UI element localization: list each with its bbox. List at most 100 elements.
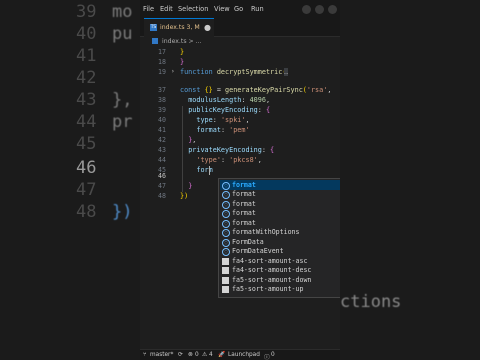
suggestion-item[interactable]: fa5-sort-amount-up bbox=[220, 285, 340, 295]
menu-go[interactable]: Go bbox=[234, 5, 243, 13]
suggestion-text: format bbox=[232, 190, 256, 198]
background-editor-left: 39 40 41 42 43 44 45 46 47 48 mo pu }, p… bbox=[0, 0, 140, 360]
error-icon: ⊗ bbox=[188, 352, 193, 358]
suggestion-item[interactable]: ◌ FormDataEvent bbox=[220, 247, 340, 256]
code-line-active: form bbox=[180, 166, 213, 174]
suggestion-text: FormDataEvent bbox=[232, 247, 284, 255]
line-number: 48 bbox=[158, 192, 166, 200]
bg-code-fragment: pu bbox=[112, 24, 133, 44]
suggestion-item[interactable]: fa5-sort-amount-down bbox=[220, 275, 340, 285]
bg-code-fragment: }) bbox=[112, 202, 133, 222]
code-line: format: 'pem' bbox=[196, 126, 250, 134]
word-icon bbox=[222, 276, 229, 284]
breadcrumb-text[interactable]: index.ts > ... bbox=[162, 38, 202, 45]
folded-ellipsis[interactable]: … bbox=[284, 68, 289, 76]
suggestion-text: fa4-sort-amount-asc bbox=[232, 256, 308, 265]
line-number: 41 bbox=[158, 126, 166, 134]
launchpad-label[interactable]: Launchpad bbox=[228, 352, 260, 358]
field-icon: ◌ bbox=[222, 200, 230, 209]
word-icon bbox=[222, 257, 229, 265]
indent-guide bbox=[182, 106, 183, 192]
line-number: 40 bbox=[158, 116, 166, 124]
minimize-button[interactable] bbox=[302, 5, 311, 14]
menu-view[interactable]: View bbox=[214, 5, 230, 13]
warning-count[interactable]: 4 bbox=[209, 352, 213, 358]
suggestion-text: format bbox=[232, 209, 256, 217]
menu-file[interactable]: File bbox=[143, 5, 154, 13]
line-number: 39 bbox=[158, 106, 166, 114]
code-line: type: 'spki', bbox=[196, 116, 250, 124]
suggestion-item[interactable]: fa4-sort-amount-asc bbox=[220, 256, 340, 266]
suggestion-item[interactable]: ◌ format bbox=[220, 218, 340, 228]
maximize-button[interactable] bbox=[315, 5, 324, 14]
bg-right-text: ctions bbox=[340, 292, 402, 312]
typescript-icon bbox=[152, 38, 158, 44]
code-line: function decryptSymmetric( bbox=[180, 68, 286, 76]
close-button[interactable] bbox=[328, 5, 337, 14]
field-icon: ◌ bbox=[222, 210, 230, 218]
word-icon bbox=[222, 267, 229, 274]
status-bar: ⑂ master* ⟳ ⊗ 0 ⚠ 4 🚀 Launchpad ⓘ 0 bbox=[140, 349, 340, 360]
suggestion-item[interactable]: fa4-sort-amount-desc bbox=[220, 266, 340, 276]
code-line: } bbox=[180, 48, 185, 56]
bg-line-number: 44 bbox=[76, 112, 97, 132]
bg-code-fragment: pr bbox=[112, 112, 133, 132]
suggestion-text: FormData bbox=[232, 237, 264, 246]
line-number: 38 bbox=[158, 96, 166, 104]
line-number: 47 bbox=[158, 182, 166, 190]
bg-line-number: 48 bbox=[76, 202, 97, 222]
menu-run[interactable]: Run bbox=[251, 5, 264, 13]
code-line: publicKeyEncoding: { bbox=[188, 106, 271, 114]
branch-icon: ⑂ bbox=[143, 352, 147, 358]
line-number: 18 bbox=[158, 58, 166, 66]
bg-line-number: 39 bbox=[76, 2, 97, 22]
fold-chevron-icon[interactable]: › bbox=[171, 68, 175, 75]
rocket-icon: 🚀 bbox=[218, 352, 226, 358]
info-count[interactable]: 0 bbox=[271, 352, 275, 358]
modified-dot-icon[interactable]: ● bbox=[204, 23, 211, 32]
suggestion-item[interactable]: ◌ format bbox=[220, 209, 340, 218]
menu-edit[interactable]: Edit bbox=[160, 5, 173, 13]
code-line: modulusLength: 4096, bbox=[188, 96, 271, 104]
suggestion-text: format bbox=[232, 180, 256, 189]
vscode-window: File Edit Selection View Go Run TS index… bbox=[140, 0, 340, 360]
field-icon: ◌ bbox=[222, 191, 230, 199]
warning-icon: ⚠ bbox=[202, 352, 208, 358]
suggestion-item[interactable]: ◌ format bbox=[220, 199, 340, 209]
typed-prefix: form bbox=[196, 166, 213, 174]
breadcrumb: index.ts > ... bbox=[140, 36, 340, 48]
error-count[interactable]: 0 bbox=[195, 352, 199, 358]
suggestion-item-selected[interactable]: ◌ format bbox=[220, 180, 340, 190]
code-line: 'type': 'pkcs8', bbox=[196, 156, 262, 164]
code-line: privateKeyEncoding: { bbox=[188, 146, 275, 154]
suggestion-text: fa5-sort-amount-up bbox=[232, 285, 304, 293]
bg-line-number: 41 bbox=[76, 46, 97, 66]
line-number: 37 bbox=[158, 86, 166, 94]
suggestion-item[interactable]: ◌ format bbox=[220, 190, 340, 199]
field-icon: ◌ bbox=[222, 238, 230, 247]
suggestion-text: format bbox=[232, 199, 256, 208]
bg-line-number: 42 bbox=[76, 68, 97, 88]
bg-line-number: 43 bbox=[76, 90, 97, 110]
field-icon: ◌ bbox=[222, 248, 230, 256]
typescript-icon: TS bbox=[150, 24, 157, 31]
suggestion-widget: ◌ format ◌ format ◌ format ◌ format ◌ format … bbox=[218, 178, 340, 298]
bg-line-number: 40 bbox=[76, 24, 97, 44]
field-icon: ◌ bbox=[222, 219, 230, 228]
code-line: } bbox=[180, 58, 185, 66]
text-cursor bbox=[209, 166, 210, 175]
suggestion-text: fa4-sort-amount-desc bbox=[232, 266, 312, 274]
sync-icon[interactable]: ⟳ bbox=[178, 352, 183, 358]
tab-label: index.ts 3, M bbox=[160, 24, 200, 31]
suggestion-item[interactable]: ◌ formatWithOptions bbox=[220, 228, 340, 237]
menu-selection[interactable]: Selection bbox=[178, 5, 208, 13]
menu-bar: File Edit Selection View Go Run bbox=[140, 0, 340, 18]
suggestion-text: fa5-sort-amount-down bbox=[232, 275, 312, 284]
line-number: 19 bbox=[158, 68, 166, 76]
suggestion-text: format bbox=[232, 218, 256, 227]
line-number: 42 bbox=[158, 136, 166, 144]
suggestion-item[interactable]: ◌ FormData bbox=[220, 237, 340, 247]
branch-name[interactable]: master* bbox=[150, 352, 173, 358]
bg-code-fragment: }, bbox=[112, 90, 133, 110]
tab-index-ts[interactable]: TS index.ts 3, M ● bbox=[144, 18, 214, 37]
